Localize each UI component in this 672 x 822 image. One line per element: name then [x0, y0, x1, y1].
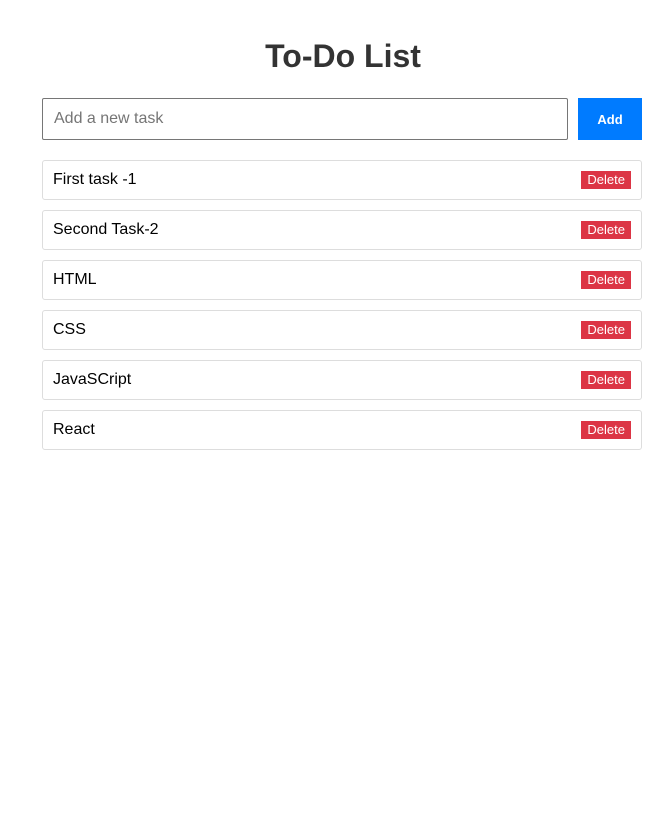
task-item: CSS Delete — [42, 310, 642, 350]
add-task-form: Add — [42, 98, 642, 140]
delete-button[interactable]: Delete — [581, 271, 631, 289]
delete-button[interactable]: Delete — [581, 221, 631, 239]
task-item: First task -1 Delete — [42, 160, 642, 200]
task-text: React — [53, 421, 95, 438]
task-text: HTML — [53, 271, 97, 288]
add-button[interactable]: Add — [578, 98, 642, 140]
delete-button[interactable]: Delete — [581, 371, 631, 389]
task-item: Second Task-2 Delete — [42, 210, 642, 250]
task-text: JavaSCript — [53, 371, 132, 388]
task-text: First task -1 — [53, 171, 137, 188]
delete-button[interactable]: Delete — [581, 321, 631, 339]
task-text: Second Task-2 — [53, 221, 159, 238]
new-task-input[interactable] — [42, 98, 568, 140]
task-item: JavaSCript Delete — [42, 360, 642, 400]
task-text: CSS — [53, 321, 86, 338]
task-list: First task -1 Delete Second Task-2 Delet… — [42, 160, 642, 460]
delete-button[interactable]: Delete — [581, 171, 631, 189]
task-item: React Delete — [42, 410, 642, 450]
delete-button[interactable]: Delete — [581, 421, 631, 439]
todo-page: To-Do List Add First task -1 Delete Seco… — [0, 0, 672, 822]
page-title: To-Do List — [265, 38, 421, 74]
task-item: HTML Delete — [42, 260, 642, 300]
